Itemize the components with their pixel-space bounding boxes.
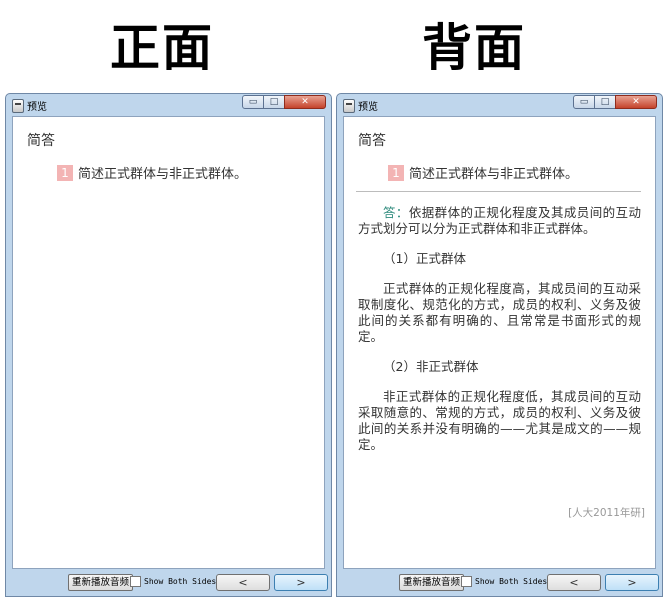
- show-both-sides-label: Show Both Sides: [144, 577, 217, 586]
- maximize-button[interactable]: □: [263, 95, 285, 109]
- maximize-button[interactable]: □: [594, 95, 616, 109]
- close-button[interactable]: ✕: [284, 95, 326, 109]
- answer-divider: [356, 191, 641, 192]
- question-number-badge: 1: [57, 165, 73, 181]
- next-button[interactable]: >: [274, 574, 328, 591]
- minimize-button[interactable]: ▭: [573, 95, 595, 109]
- window-title: 预览: [358, 102, 378, 113]
- question-number-badge: 1: [388, 165, 404, 181]
- card-content: 简答 1 简述正式群体与非正式群体。 答：依据群体的正规化程度及其成员间的互动方式…: [343, 116, 656, 569]
- para-informal: 非正式群体的正规化程度低，其成员间的互动采取随意的、常规的方式，成员的权利、义务…: [358, 389, 641, 452]
- question-text: 简述正式群体与非正式群体。: [409, 167, 579, 182]
- preview-window-back: 预览 ▭ □ ✕ 简答 1 简述正式群体与非正式群体。 答：依据群体的正规化程度及…: [336, 93, 663, 597]
- show-both-sides-toggle[interactable]: Show Both Sides: [130, 576, 216, 587]
- front-label: 正面: [110, 18, 214, 77]
- show-both-sides-toggle[interactable]: Show Both Sides: [461, 576, 547, 587]
- source-tag: [人大2011年研]: [568, 507, 645, 519]
- answer-label: 答：: [383, 205, 409, 220]
- card-content: 简答 1 简述正式群体与非正式群体。: [12, 116, 325, 569]
- section-label: 简答: [27, 133, 55, 149]
- show-both-sides-checkbox[interactable]: [461, 576, 472, 587]
- prev-button[interactable]: <: [547, 574, 601, 591]
- window-controls: ▭ □ ✕: [242, 95, 326, 109]
- para-formal: 正式群体的正规化程度高，其成员间的互动采取制度化、规范化的方式，成员的权利、义务…: [358, 281, 641, 344]
- replay-audio-button[interactable]: 重新播放音频: [399, 574, 465, 591]
- next-button[interactable]: >: [605, 574, 659, 591]
- question-text: 简述正式群体与非正式群体。: [78, 167, 248, 182]
- heading-informal: （2）非正式群体: [383, 359, 479, 374]
- bottom-bar: 重新播放音频 Show Both Sides < >: [337, 569, 662, 596]
- prev-button[interactable]: <: [216, 574, 270, 591]
- answer-intro: 答：依据群体的正规化程度及其成员间的互动方式划分可以分为正式群体和非正式群体。: [358, 205, 641, 237]
- show-both-sides-label: Show Both Sides: [475, 577, 548, 586]
- minimize-button[interactable]: ▭: [242, 95, 264, 109]
- title-bar[interactable]: 预览 ▭ □ ✕: [337, 94, 662, 116]
- bottom-bar: 重新播放音频 Show Both Sides < >: [6, 569, 331, 596]
- heading-formal: （1）正式群体: [383, 251, 466, 266]
- show-both-sides-checkbox[interactable]: [130, 576, 141, 587]
- close-button[interactable]: ✕: [615, 95, 657, 109]
- back-label: 背面: [422, 18, 526, 77]
- app-icon: [343, 99, 355, 113]
- window-controls: ▭ □ ✕: [573, 95, 657, 109]
- section-label: 简答: [358, 133, 386, 149]
- window-title: 预览: [27, 102, 47, 113]
- question: 1 简述正式群体与非正式群体。: [388, 163, 578, 182]
- app-icon: [12, 99, 24, 113]
- question: 1 简述正式群体与非正式群体。: [57, 163, 247, 182]
- replay-audio-button[interactable]: 重新播放音频: [68, 574, 134, 591]
- preview-window-front: 预览 ▭ □ ✕ 简答 1 简述正式群体与非正式群体。 重新播放音频 Show B…: [5, 93, 332, 597]
- title-bar[interactable]: 预览 ▭ □ ✕: [6, 94, 331, 116]
- answer-body: 答：依据群体的正规化程度及其成员间的互动方式划分可以分为正式群体和非正式群体。 …: [358, 205, 641, 467]
